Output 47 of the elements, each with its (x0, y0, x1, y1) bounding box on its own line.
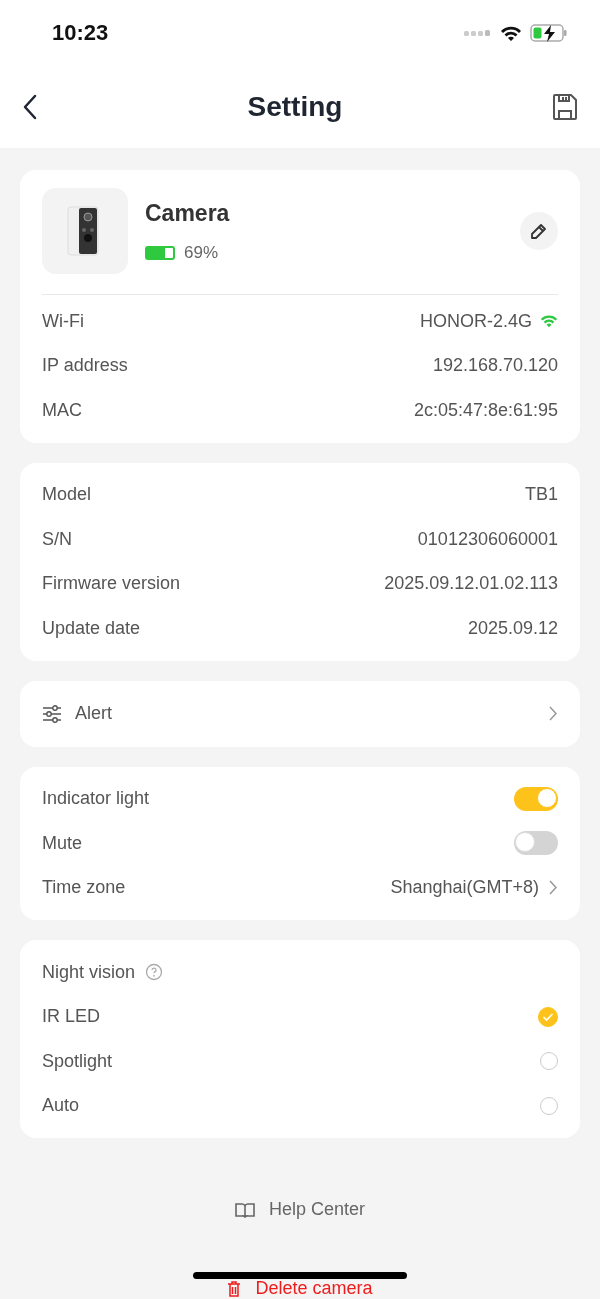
signal-icon (464, 29, 492, 37)
row-label: S/N (42, 528, 72, 550)
row-label: Model (42, 484, 92, 506)
row-label: Time zone (42, 877, 126, 899)
book-icon (234, 1201, 255, 1218)
radio-option[interactable]: IR LED (42, 994, 558, 1039)
row-label: Indicator light (42, 788, 150, 810)
row-label: Firmware version (42, 573, 181, 595)
edit-button[interactable] (520, 212, 558, 250)
toggle-switch[interactable] (514, 786, 558, 811)
row-label: MAC (42, 399, 82, 421)
battery-percentage: 69% (184, 242, 219, 263)
status-time: 10:23 (52, 20, 109, 46)
trash-icon (227, 1280, 242, 1297)
row-label: Mute (42, 832, 83, 854)
row-value: 192.168.70.120 (432, 355, 558, 377)
row-value: 2025.09.12.01.02.113 (384, 573, 558, 595)
chevron-icon (549, 706, 558, 721)
row-value: TB1 (525, 484, 558, 506)
help-center-link[interactable]: Help Center (228, 1198, 371, 1221)
device-name: Camera (145, 199, 231, 227)
delete-camera-button[interactable]: Delete camera (221, 1277, 379, 1299)
section-title: Night vision (42, 961, 136, 983)
toggle-switch[interactable] (514, 831, 558, 856)
wifi-icon (500, 24, 522, 42)
battery-charging-icon (530, 23, 568, 43)
pencil-icon (530, 222, 548, 240)
row-value: Shanghai(GMT+8) (390, 877, 539, 899)
row-label: IP address (42, 355, 128, 377)
row-value: 01012306060001 (417, 528, 558, 550)
battery-icon (145, 245, 175, 260)
alert-item[interactable]: Alert (20, 680, 580, 747)
save-button[interactable] (550, 91, 580, 123)
radio-option[interactable]: Spotlight (42, 1039, 558, 1084)
row-label: Wi-Fi (42, 310, 84, 332)
help-icon[interactable] (145, 963, 164, 982)
page-title: Setting (247, 91, 343, 123)
row-value: 2025.09.12 (467, 617, 558, 639)
checkmark-icon (542, 1011, 554, 1022)
row-value: 2c:05:47:8e:61:95 (413, 399, 558, 421)
row-value: HONOR-2.4G (419, 310, 532, 332)
row-label: Update date (42, 617, 141, 639)
chevron-icon (549, 880, 558, 896)
sliders-icon (42, 704, 62, 723)
wifi-icon (540, 314, 558, 329)
radio-button[interactable] (538, 1006, 558, 1027)
radio-option[interactable]: Auto (42, 1083, 558, 1128)
